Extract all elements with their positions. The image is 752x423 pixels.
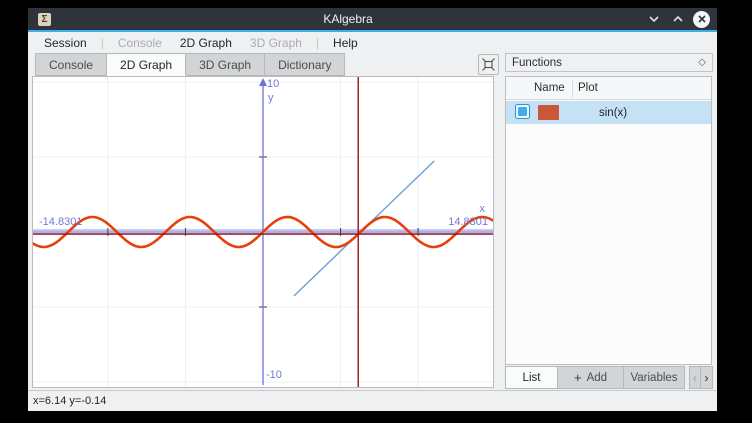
tab-list[interactable]: List [505, 366, 558, 389]
close-icon[interactable] [693, 11, 710, 28]
plot-canvas[interactable]: 10 y -10 -14.8301 14.8301 x [32, 76, 494, 388]
menu-help[interactable]: Help [324, 34, 367, 52]
tab-variables[interactable]: Variables [624, 366, 685, 389]
statusbar: x=6.14 y=-0.14 [28, 390, 717, 411]
tab-add-label: Add [587, 372, 607, 384]
kalgebra-app-icon: Σ [38, 13, 51, 26]
fullscreen-button[interactable] [478, 54, 499, 75]
functions-table: Name Plot sin(x) [505, 76, 712, 365]
tab-dictionary[interactable]: Dictionary [265, 53, 345, 76]
functions-dock-title: Functions [512, 57, 698, 69]
y-max-label: 10 [267, 78, 279, 90]
cursor-coordinates: x=6.14 y=-0.14 [33, 395, 106, 407]
menu-console: Console [109, 34, 171, 52]
functions-table-header: Name Plot [506, 77, 711, 100]
functions-dock-titlebar[interactable]: Functions ◇ [505, 53, 713, 72]
fullscreen-icon [481, 57, 496, 72]
minimize-icon[interactable] [645, 11, 662, 28]
titlebar[interactable]: Σ KAlgebra [28, 8, 717, 30]
tab-scroll-left-icon: ‹ [689, 366, 701, 389]
menu-2d-graph[interactable]: 2D Graph [171, 34, 241, 52]
dock-float-icon[interactable]: ◇ [698, 57, 706, 68]
column-header-name[interactable]: Name [506, 82, 572, 94]
menu-session[interactable]: Session [35, 34, 96, 52]
tab-console[interactable]: Console [35, 53, 107, 76]
menu-3d-graph: 3D Graph [241, 34, 311, 52]
tab-scroll-right-icon[interactable]: › [701, 366, 713, 389]
tab-add[interactable]: + Add [558, 366, 624, 389]
tab-3d-graph[interactable]: 3D Graph [186, 53, 265, 76]
column-header-plot[interactable]: Plot [573, 82, 598, 94]
maximize-icon[interactable] [669, 11, 686, 28]
app-window: Σ KAlgebra Session | Console 2D Graph 3D… [28, 8, 717, 411]
y-axis-label: y [268, 92, 274, 104]
x-min-label: -14.8301 [39, 216, 82, 228]
function-expression: sin(x) [599, 107, 627, 119]
function-color-swatch[interactable] [538, 105, 559, 120]
function-row-sinx[interactable]: sin(x) [506, 101, 711, 124]
plus-icon: + [574, 370, 582, 385]
x-axis-label: x [480, 203, 486, 215]
tab-2d-graph[interactable]: 2D Graph [107, 53, 186, 76]
menu-separator: | [311, 36, 324, 50]
menu-separator: | [96, 36, 109, 50]
menubar: Session | Console 2D Graph 3D Graph | He… [28, 32, 717, 53]
function-visible-checkbox[interactable] [515, 104, 530, 122]
plot-svg[interactable] [33, 77, 493, 387]
functions-bottom-tabbar: List + Add Variables ‹ › [505, 366, 713, 389]
window-title: KAlgebra [51, 12, 645, 26]
y-min-label: -10 [266, 369, 282, 381]
x-max-label: 14.8301 [448, 216, 488, 228]
